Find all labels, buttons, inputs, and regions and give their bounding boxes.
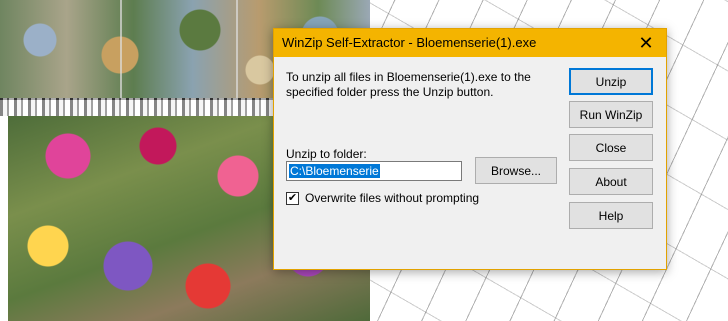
window-title: WinZip Self-Extractor - Bloemenserie(1).…	[282, 35, 537, 50]
unzip-folder-value: C:\Bloemenserie	[289, 164, 380, 178]
overwrite-checkbox-label: Overwrite files without prompting	[305, 191, 480, 205]
winzip-self-extractor-dialog: WinZip Self-Extractor - Bloemenserie(1).…	[273, 28, 667, 270]
browse-button[interactable]: Browse...	[475, 157, 557, 184]
title-bar[interactable]: WinZip Self-Extractor - Bloemenserie(1).…	[274, 29, 666, 57]
close-button[interactable]: Close	[569, 134, 653, 161]
close-icon[interactable]: ✕	[626, 29, 666, 57]
overwrite-option: ✔ Overwrite files without prompting	[286, 191, 479, 205]
help-button[interactable]: Help	[569, 202, 653, 229]
dialog-body: To unzip all files in Bloemenserie(1).ex…	[274, 57, 666, 269]
unzip-button[interactable]: Unzip	[569, 68, 653, 95]
overwrite-checkbox[interactable]: ✔	[286, 191, 299, 205]
about-button[interactable]: About	[569, 168, 653, 195]
unzip-folder-label: Unzip to folder:	[286, 147, 367, 161]
run-winzip-button[interactable]: Run WinZip	[569, 101, 653, 128]
unzip-folder-input[interactable]: C:\Bloemenserie	[286, 161, 462, 181]
instruction-text: To unzip all files in Bloemenserie(1).ex…	[286, 70, 531, 99]
